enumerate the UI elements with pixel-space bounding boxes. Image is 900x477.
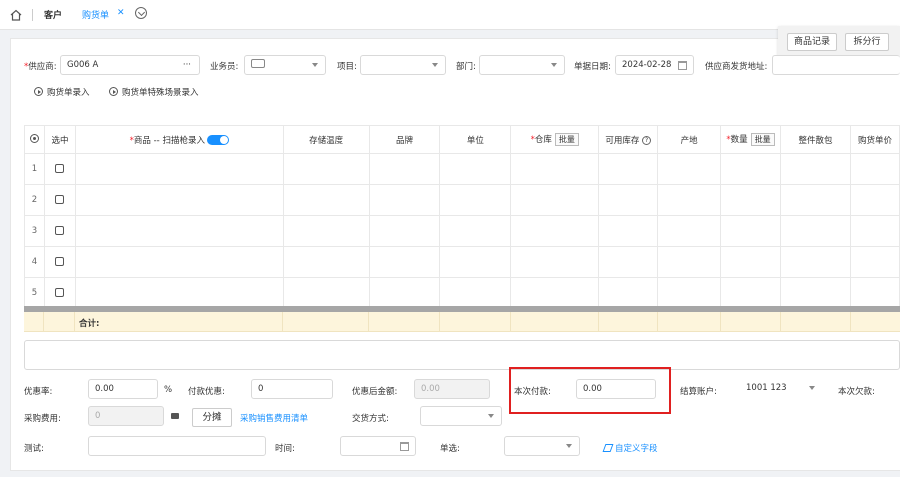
chevron-down-icon [312,63,318,67]
settle-account-label: 结算账户: [680,387,717,397]
product-table: 选中 *商品 -- 扫描枪录入 存储温度 品牌 单位 *仓库 批量 可用库存 ? … [24,125,900,309]
salesman-label: 业务员: [210,62,239,72]
project-select[interactable] [360,55,446,75]
chevron-down-icon [488,414,494,418]
supplier-more-icon[interactable]: ··· [183,56,191,74]
column-header: 产地 [657,125,722,154]
row-number: 5 [24,277,45,309]
folder-icon[interactable] [171,413,179,419]
pay-discount-label: 付款优惠: [188,387,225,397]
remarks-textarea[interactable] [24,340,900,370]
after-discount-input: 0.00 [414,379,490,399]
help-icon[interactable]: ? [642,135,652,145]
row-number: 4 [24,246,45,278]
column-header-stock: 可用库存 ? [598,125,659,154]
single-select[interactable] [504,436,580,456]
address-field[interactable] [772,55,900,75]
supplier-field[interactable]: G006 A ··· [60,55,200,75]
settle-account-select[interactable]: 1001 123 [740,379,822,399]
top-button-group: 商品记录 拆分行 [778,26,900,58]
fee-list-link[interactable]: 采购销售费用清单 [240,412,308,424]
dept-select[interactable] [479,55,565,75]
tab-close-icon[interactable]: ✕ [117,8,125,18]
column-header-quantity: *数量 批量 [720,125,782,154]
purchase-fee-input: 0 [88,406,164,426]
project-label: 项目: [337,62,357,72]
tab-purchase-order[interactable]: 购货单 [82,8,109,21]
tab-separator [32,9,33,21]
table-row[interactable]: 3 [24,215,900,247]
supplier-label: *供应商: [24,62,57,72]
chevron-down-icon [551,63,557,67]
split-row-button[interactable]: 拆分行 [845,33,889,51]
custom-field-link[interactable]: 自定义字段 [602,442,658,454]
delivery-label: 交货方式: [352,414,389,424]
salesman-select[interactable] [244,55,326,75]
highlight-box [509,367,671,414]
chevron-down-icon [566,444,572,448]
column-settings[interactable] [24,125,45,154]
tab-customer[interactable]: 客户 [44,8,62,21]
discount-rate-input[interactable]: 0.00 [88,379,158,399]
tab-dropdown-icon[interactable] [135,7,147,19]
purchase-fee-label: 采购费用: [24,414,61,424]
chevron-down-icon [432,63,438,67]
column-header: 整件散包 [780,125,851,154]
row-checkbox[interactable] [43,215,76,247]
scanner-toggle[interactable] [206,134,229,145]
special-entry-link[interactable]: 购货单特殊场景录入 [109,86,199,98]
discount-rate-label: 优惠率: [24,387,53,397]
table-row[interactable]: 5 [24,277,900,309]
play-circle-icon [109,87,118,96]
column-header-warehouse: *仓库 批量 [510,125,600,154]
total-row: 合计: [24,312,900,332]
card-icon [251,59,265,68]
play-circle-icon [34,87,43,96]
address-label: 供应商发货地址: [705,62,768,72]
column-header: 购货单价 [849,125,900,154]
column-header-product: *商品 -- 扫描枪录入 [74,125,284,154]
tab-bar: 客户 购货单 ✕ [0,0,900,30]
date-label: 单据日期: [574,62,611,72]
dept-label: 部门: [456,62,476,72]
settings-icon[interactable] [29,133,39,143]
row-checkbox[interactable] [43,153,76,185]
this-debt-label: 本次欠款: [838,387,875,397]
product-record-button[interactable]: 商品记录 [787,33,837,51]
table-row[interactable]: 1 [24,153,900,185]
table-row[interactable]: 2 [24,184,900,216]
time-label: 时间: [275,444,295,454]
row-checkbox[interactable] [43,184,76,216]
test-input[interactable] [88,436,266,456]
table-header-row: 选中 *商品 -- 扫描枪录入 存储温度 品牌 单位 *仓库 批量 可用库存 ? … [24,125,900,154]
pay-discount-input[interactable]: 0 [251,379,333,399]
column-header: 品牌 [368,125,441,154]
warehouse-batch-button[interactable]: 批量 [554,133,579,146]
chevron-down-icon [809,386,815,390]
calendar-icon[interactable] [400,442,409,451]
edit-icon [602,444,614,452]
percent-sign: % [164,385,173,395]
column-header: 存储温度 [282,125,370,154]
home-icon[interactable] [9,8,23,22]
column-header: 单位 [439,125,512,154]
single-select-label: 单选: [440,444,460,454]
row-checkbox[interactable] [43,246,76,278]
row-number: 2 [24,184,45,216]
test-label: 测试: [24,444,44,454]
row-number: 3 [24,215,45,247]
row-number: 1 [24,153,45,185]
after-discount-label: 优惠后金额: [352,387,398,397]
time-input[interactable] [340,436,416,456]
calendar-icon[interactable] [678,61,687,70]
quantity-batch-button[interactable]: 批量 [750,133,775,146]
split-fee-button[interactable]: 分摊 [192,408,232,427]
purchase-entry-link[interactable]: 购货单录入 [34,86,90,98]
delivery-select[interactable] [420,406,502,426]
table-row[interactable]: 4 [24,246,900,278]
column-header: 选中 [43,125,76,154]
row-checkbox[interactable] [43,277,76,309]
date-field[interactable]: 2024-02-28 [615,55,694,75]
